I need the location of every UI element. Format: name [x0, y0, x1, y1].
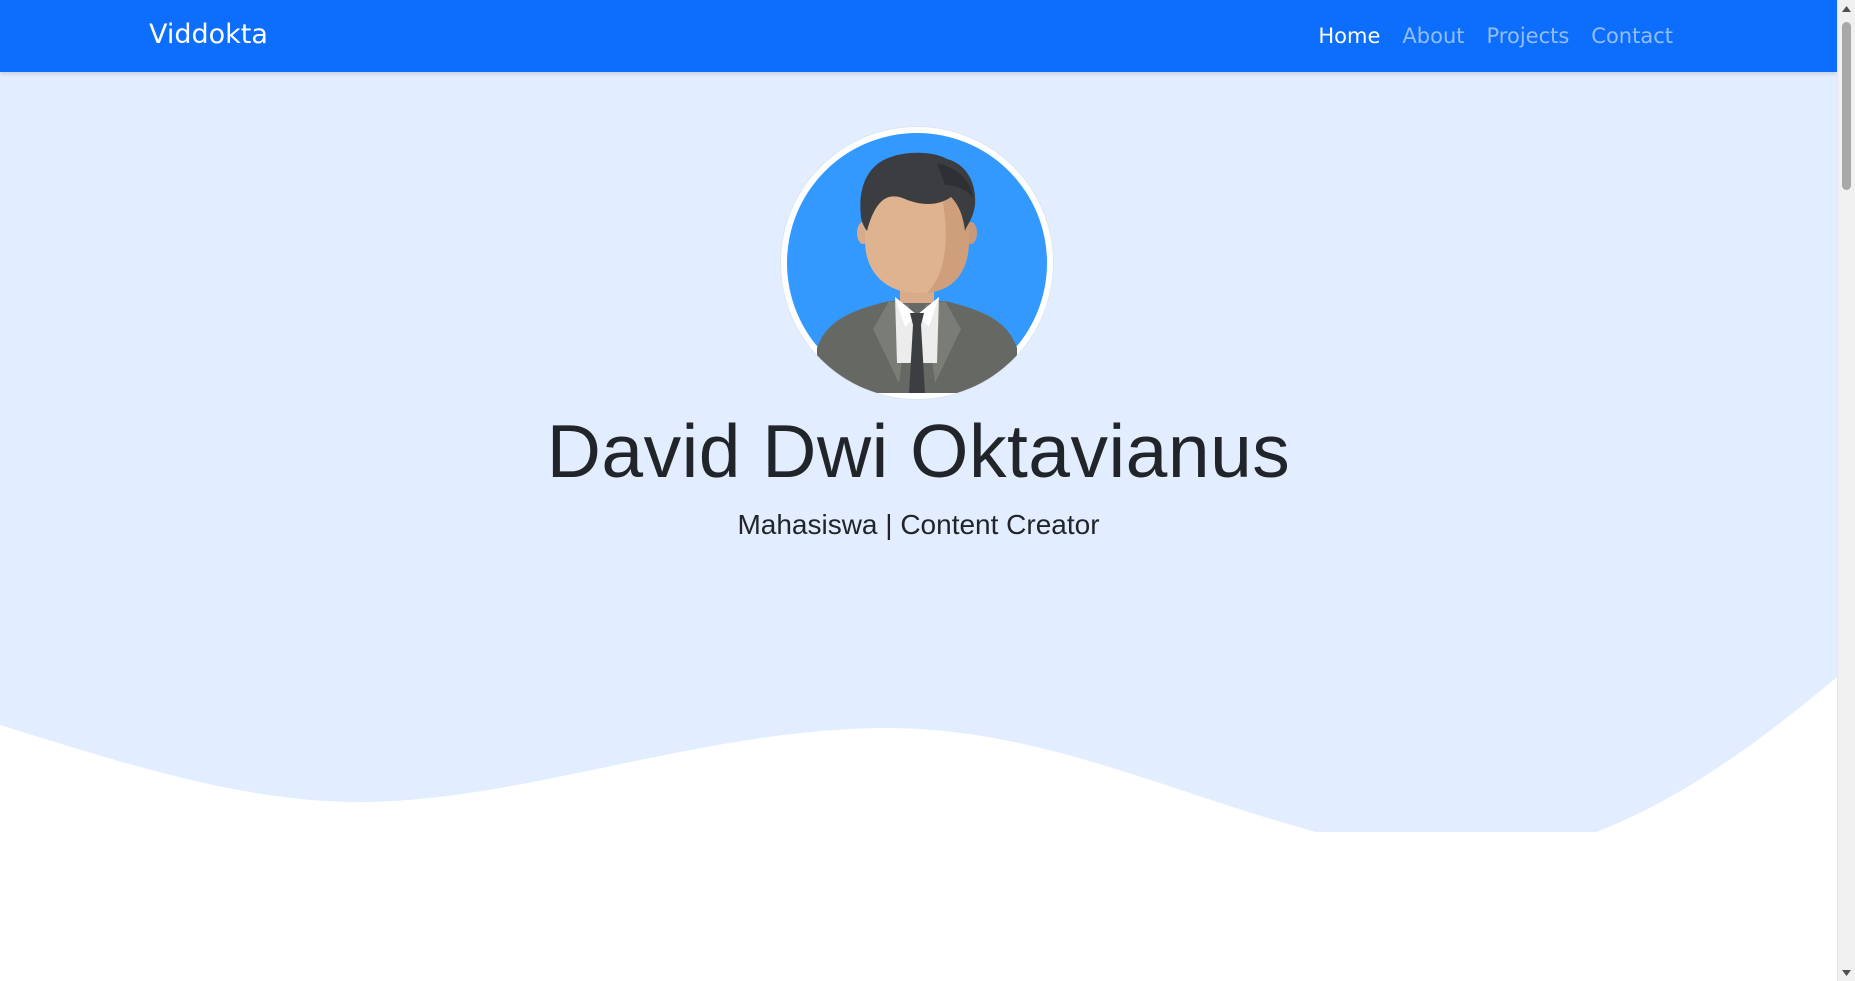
- page: Viddokta Home About Projects Contact Dav…: [0, 0, 1837, 981]
- nav-item-about: About: [1402, 24, 1464, 48]
- businessman-avatar-icon: [787, 133, 1047, 393]
- nav-link-about[interactable]: About: [1402, 24, 1464, 48]
- scroll-up-arrow-icon[interactable]: [1838, 0, 1855, 17]
- hero-name: David Dwi Oktavianus: [546, 409, 1291, 493]
- hero-subtitle: Mahasiswa | Content Creator: [737, 509, 1100, 540]
- vertical-scrollbar[interactable]: [1837, 0, 1855, 981]
- nav-link-projects[interactable]: Projects: [1487, 24, 1570, 48]
- nav-link-home[interactable]: Home: [1318, 24, 1380, 48]
- nav-item-projects: Projects: [1487, 24, 1570, 48]
- hero-wave-divider: [0, 677, 1837, 912]
- browser-viewport: Viddokta Home About Projects Contact Dav…: [0, 0, 1855, 981]
- navbar: Viddokta Home About Projects Contact: [0, 0, 1837, 72]
- nav-links: Home About Projects Contact: [1318, 0, 1673, 72]
- nav-item-home: Home: [1318, 24, 1380, 48]
- nav-link-contact[interactable]: Contact: [1591, 24, 1673, 48]
- nav-item-contact: Contact: [1591, 24, 1673, 48]
- scrollbar-thumb[interactable]: [1842, 22, 1851, 190]
- scroll-down-arrow-icon[interactable]: [1838, 964, 1855, 981]
- profile-avatar: [781, 127, 1053, 399]
- brand-link[interactable]: Viddokta: [149, 0, 268, 72]
